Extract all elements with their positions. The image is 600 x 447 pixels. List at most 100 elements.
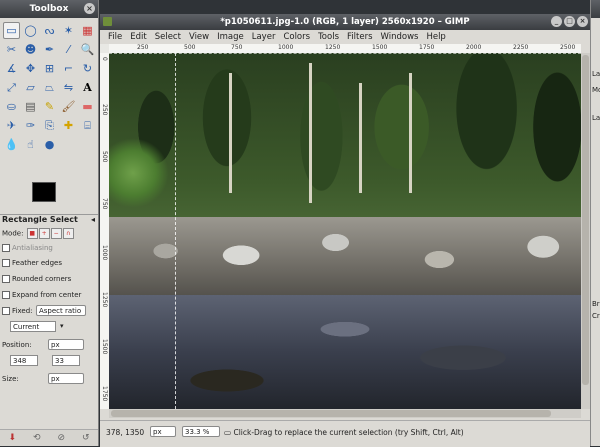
menu-windows[interactable]: Windows	[377, 30, 423, 44]
free-select-tool-icon[interactable]: ᔓ	[41, 22, 58, 39]
fixed-row: Fixed:	[2, 307, 33, 315]
crop-tool-icon[interactable]: ⌐	[60, 60, 77, 77]
vruler-tick-label: 1750	[101, 386, 108, 402]
clone-tool-icon[interactable]: ⎘	[41, 117, 58, 134]
mode-row: Mode: ■ + − ∩	[2, 228, 74, 239]
color-picker-tool-icon[interactable]: ⁄	[60, 41, 77, 58]
close-icon[interactable]: ×	[577, 16, 588, 27]
rounded-corners-checkbox[interactable]	[2, 275, 10, 283]
hruler-tick-label: 1750	[419, 44, 435, 51]
position-unit-select[interactable]: px	[48, 339, 84, 350]
eraser-tool-icon[interactable]: ▬	[79, 98, 96, 115]
fg-bg-color-swatches[interactable]	[32, 182, 72, 212]
position-y-field[interactable]: 33	[52, 355, 80, 366]
menu-view[interactable]: View	[185, 30, 213, 44]
rotate-tool-icon[interactable]: ↻	[79, 60, 96, 77]
menu-colors[interactable]: Colors	[279, 30, 314, 44]
image-canvas[interactable]	[109, 53, 581, 409]
scissors-tool-icon[interactable]: ✂	[3, 41, 20, 58]
horizontal-scrollbar[interactable]	[109, 409, 581, 418]
pencil-tool-icon[interactable]: ✎	[41, 98, 58, 115]
vruler-tick-label: 1250	[101, 292, 108, 308]
shear-tool-icon[interactable]: ▱	[22, 79, 39, 96]
status-selection-icon: ▭	[224, 428, 232, 437]
fixed-mode-select[interactable]: Aspect ratio	[36, 305, 86, 316]
zoom-tool-icon[interactable]: 🔍	[79, 41, 96, 58]
mode-subtract-icon[interactable]: −	[50, 228, 62, 239]
heal-tool-icon[interactable]: ✚	[60, 117, 77, 134]
blend-tool-icon[interactable]: ▤	[22, 98, 39, 115]
smudge-tool-icon[interactable]: ☝	[22, 136, 39, 153]
flip-tool-icon[interactable]: ⇋	[60, 79, 77, 96]
expand-from-center-option[interactable]: Expand from center	[2, 291, 81, 299]
fuzzy-select-tool-icon[interactable]: ✶	[60, 22, 77, 39]
tree-trunk	[229, 73, 232, 193]
zoom-select[interactable]: 33.3 %	[182, 426, 220, 437]
foreground-select-tool-icon[interactable]: ☻	[22, 41, 39, 58]
hruler-tick-label: 750	[231, 44, 243, 51]
scale-tool-icon[interactable]: ⤢	[3, 79, 20, 96]
menu-filters[interactable]: Filters	[343, 30, 376, 44]
unit-select[interactable]: px	[150, 426, 176, 437]
paintbrush-tool-icon[interactable]: 🖌	[60, 98, 77, 115]
align-tool-icon[interactable]: ⊞	[41, 60, 58, 77]
dock-label: Mo	[592, 86, 600, 94]
position-x-field[interactable]: 348	[10, 355, 38, 366]
by-color-select-tool-icon[interactable]: ▦	[79, 22, 96, 39]
measure-tool-icon[interactable]: ∡	[3, 60, 20, 77]
toolbox-titlebar: Toolbox ×	[0, 0, 98, 18]
delete-preset-icon[interactable]: ⊘	[57, 433, 65, 443]
bucket-fill-tool-icon[interactable]: ⛀	[3, 98, 20, 115]
horizontal-scroll-thumb[interactable]	[111, 410, 551, 417]
configure-icon[interactable]: ◂	[91, 215, 95, 224]
mode-intersect-icon[interactable]: ∩	[62, 228, 74, 239]
ellipse-select-tool-icon[interactable]: ◯	[22, 22, 39, 39]
size-unit-select[interactable]: px	[48, 373, 84, 384]
mode-replace-icon[interactable]: ■	[26, 228, 38, 239]
menu-help[interactable]: Help	[422, 30, 449, 44]
restore-preset-icon[interactable]: ⟲	[33, 433, 41, 443]
feather-edges-option[interactable]: Feather edges	[2, 259, 62, 267]
foreground-color-swatch[interactable]	[32, 182, 56, 202]
blur-tool-icon[interactable]: 💧	[3, 136, 20, 153]
menu-layer[interactable]: Layer	[248, 30, 280, 44]
expand-from-center-checkbox[interactable]	[2, 291, 10, 299]
fixed-checkbox[interactable]	[2, 307, 10, 315]
ink-tool-icon[interactable]: ✑	[22, 117, 39, 134]
move-tool-icon[interactable]: ✥	[22, 60, 39, 77]
expand-from-center-label: Expand from center	[12, 291, 82, 299]
feather-edges-checkbox[interactable]	[2, 259, 10, 267]
fixed-current-field[interactable]: Current	[10, 321, 56, 332]
menu-select[interactable]: Select	[151, 30, 185, 44]
minimize-icon[interactable]: _	[551, 16, 562, 27]
reset-icon[interactable]: ↺	[82, 433, 90, 443]
rounded-corners-option[interactable]: Rounded corners	[2, 275, 71, 283]
tool-options-title: Rectangle Select	[2, 215, 78, 224]
menu-image[interactable]: Image	[213, 30, 248, 44]
perspective-tool-icon[interactable]: ⏢	[41, 79, 58, 96]
rect-select-tool-icon[interactable]: ▭	[3, 22, 20, 39]
layers-dock: La Mo La Br Cr	[590, 0, 600, 446]
fixed-dropdown-chevron-icon[interactable]: ▾	[60, 322, 64, 330]
paths-tool-icon[interactable]: ✒	[41, 41, 58, 58]
text-tool-icon[interactable]: A	[79, 79, 96, 96]
tool-options-header: Rectangle Select ◂	[0, 214, 98, 225]
vertical-scrollbar[interactable]	[581, 53, 590, 409]
tree-trunk	[309, 63, 312, 203]
maximize-icon[interactable]: □	[564, 16, 575, 27]
save-preset-icon[interactable]: ⬇	[8, 433, 16, 443]
mode-add-icon[interactable]: +	[38, 228, 50, 239]
perspective-clone-tool-icon[interactable]: ⌸	[79, 117, 96, 134]
forest-area	[109, 53, 581, 239]
menu-edit[interactable]: Edit	[126, 30, 150, 44]
close-icon[interactable]: ×	[84, 3, 95, 14]
dodge-burn-tool-icon[interactable]: ●	[41, 136, 58, 153]
hruler-tick-label: 1250	[325, 44, 341, 51]
airbrush-tool-icon[interactable]: ✈	[3, 117, 20, 134]
menu-tools[interactable]: Tools	[314, 30, 343, 44]
menu-file[interactable]: File	[104, 30, 126, 44]
vertical-scroll-thumb[interactable]	[582, 55, 589, 385]
mode-label: Mode:	[2, 229, 24, 238]
antialiasing-option: Antialiasing	[2, 244, 53, 252]
fixed-label: Fixed:	[12, 307, 33, 315]
